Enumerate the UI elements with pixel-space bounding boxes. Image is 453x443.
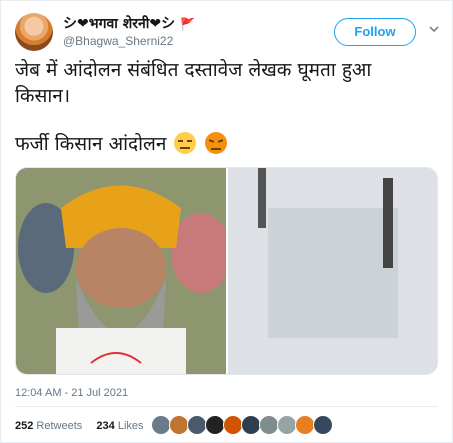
tweet-text-line-with-emoji: फर्जी किसान आंदोलन <box>15 131 440 157</box>
angry-face-icon <box>204 132 227 154</box>
tweet-text-line: जेब में आंदोलन संबंधित दस्तावेज लेखक घूम… <box>15 59 372 81</box>
tweet-header: シ❤भगवा शेरनी❤シ 🚩 @Bhagwa_Sherni22 Follow <box>15 13 442 53</box>
liker-avatar[interactable] <box>151 415 171 435</box>
retweets-count[interactable]: 252 <box>15 420 33 432</box>
liker-avatar[interactable] <box>277 415 297 435</box>
document-photo <box>228 168 437 374</box>
liker-avatar[interactable] <box>295 415 315 435</box>
flag-icon: 🚩 <box>180 17 195 31</box>
likes-count[interactable]: 234 <box>96 420 114 432</box>
liker-avatar[interactable] <box>169 415 189 435</box>
tweet-media[interactable] <box>15 167 438 375</box>
tweet-timestamp[interactable]: 12:04 AM - 21 Jul 2021 <box>15 387 128 399</box>
liker-avatar[interactable] <box>313 415 333 435</box>
likes-label[interactable]: Likes <box>118 420 144 432</box>
tweet-card: シ❤भगवा शेरनी❤シ 🚩 @Bhagwa_Sherni22 Follow… <box>0 0 453 443</box>
tweet-stats: 252 Retweets 234 Likes <box>15 420 144 432</box>
tweet-text-line: किसान। <box>15 85 71 107</box>
liker-avatar[interactable] <box>187 415 207 435</box>
liker-avatar[interactable] <box>259 415 279 435</box>
follow-button[interactable]: Follow <box>334 18 416 46</box>
user-handle[interactable]: @Bhagwa_Sherni22 <box>63 33 195 49</box>
unamused-face-icon <box>174 132 197 154</box>
man-with-turban-photo <box>16 168 231 374</box>
tweet-text-line: फर्जी किसान आंदोलन <box>15 133 167 155</box>
media-photo-right[interactable] <box>228 168 437 374</box>
liker-avatar[interactable] <box>223 415 243 435</box>
liker-avatar[interactable] <box>205 415 225 435</box>
tweet-text: जेब में आंदोलन संबंधित दस्तावेज लेखक घूम… <box>15 57 440 157</box>
retweets-label[interactable]: Retweets <box>36 420 82 432</box>
divider <box>15 406 438 407</box>
display-name-text[interactable]: シ❤भगवा शेरनी❤シ <box>63 16 175 32</box>
user-avatar[interactable] <box>15 13 53 51</box>
display-name[interactable]: シ❤भगवा शेरनी❤シ 🚩 <box>63 15 195 33</box>
media-photo-left[interactable] <box>16 168 231 374</box>
chevron-down-icon[interactable] <box>428 23 440 35</box>
user-name-block[interactable]: シ❤भगवा शेरनी❤シ 🚩 @Bhagwa_Sherni22 <box>63 15 195 49</box>
liker-avatar[interactable] <box>241 415 261 435</box>
